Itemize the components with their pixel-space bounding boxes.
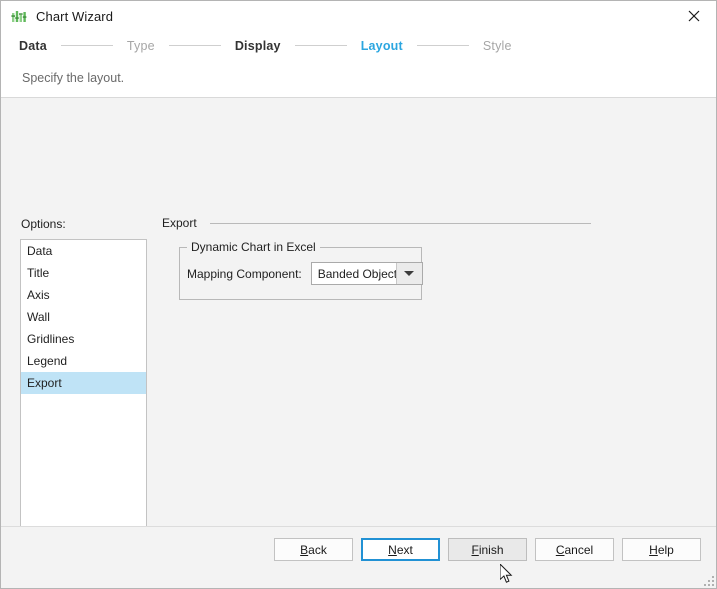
dialog-footer: Back Next Finish Cancel Help	[1, 526, 716, 588]
finish-button[interactable]: Finish	[448, 538, 527, 561]
dynamic-chart-group-title: Dynamic Chart in Excel	[187, 240, 320, 254]
step-type[interactable]: Type	[127, 39, 155, 53]
finish-label-rest: inish	[478, 542, 504, 557]
pane-header-rule	[209, 222, 591, 224]
step-data[interactable]: Data	[19, 39, 47, 53]
step-connector	[294, 45, 347, 46]
help-label-rest: elp	[657, 542, 674, 557]
subtitle-bar: Specify the layout.	[1, 59, 716, 98]
step-connector	[168, 45, 221, 46]
back-button[interactable]: Back	[274, 538, 353, 561]
cancel-button[interactable]: Cancel	[535, 538, 614, 561]
next-label-rest: ext	[396, 542, 413, 557]
step-style[interactable]: Style	[483, 39, 512, 53]
close-icon[interactable]	[672, 1, 716, 31]
chart-wizard-dialog: Chart Wizard Data Type Display Layout St…	[0, 0, 717, 589]
option-item-export[interactable]: Export	[21, 372, 146, 394]
button-row: Back Next Finish Cancel Help	[274, 538, 701, 561]
step-connector	[60, 45, 113, 46]
back-label-rest: ack	[308, 542, 327, 557]
mapping-component-select[interactable]: Banded Object	[310, 262, 423, 285]
resize-grip[interactable]	[702, 574, 714, 586]
next-button[interactable]: Next	[361, 538, 440, 561]
options-label: Options:	[21, 217, 66, 231]
options-listbox[interactable]: Data Title Axis Wall Gridlines Legend Ex…	[20, 239, 147, 535]
help-mnemonic: H	[649, 542, 658, 557]
option-item-gridlines[interactable]: Gridlines	[21, 328, 146, 350]
step-display[interactable]: Display	[235, 39, 281, 53]
next-mnemonic: N	[388, 542, 397, 557]
pane-header-label: Export	[162, 216, 197, 230]
option-item-axis[interactable]: Axis	[21, 284, 146, 306]
dialog-body: Options: Data Title Axis Wall Gridlines …	[1, 98, 716, 535]
option-item-data[interactable]: Data	[21, 240, 146, 262]
cancel-label-rest: ancel	[564, 542, 594, 557]
wizard-stepper: Data Type Display Layout Style	[1, 32, 716, 59]
option-item-wall[interactable]: Wall	[21, 306, 146, 328]
page-instruction: Specify the layout.	[22, 71, 125, 85]
finish-mnemonic: F	[471, 542, 479, 557]
mapping-component-row: Mapping Component: Banded Object	[187, 262, 423, 285]
chevron-down-icon[interactable]	[395, 263, 422, 284]
mapping-component-value: Banded Object	[317, 266, 396, 281]
mapping-component-label: Mapping Component:	[187, 266, 302, 281]
option-item-legend[interactable]: Legend	[21, 350, 146, 372]
option-item-title[interactable]: Title	[21, 262, 146, 284]
help-button[interactable]: Help	[622, 538, 701, 561]
step-layout[interactable]: Layout	[361, 39, 403, 53]
pane-header: Export	[162, 216, 591, 230]
window-title: Chart Wizard	[36, 9, 114, 24]
step-connector	[416, 45, 469, 46]
back-mnemonic: B	[300, 542, 309, 557]
chart-bars-icon	[11, 9, 27, 25]
title-bar: Chart Wizard	[1, 1, 716, 32]
